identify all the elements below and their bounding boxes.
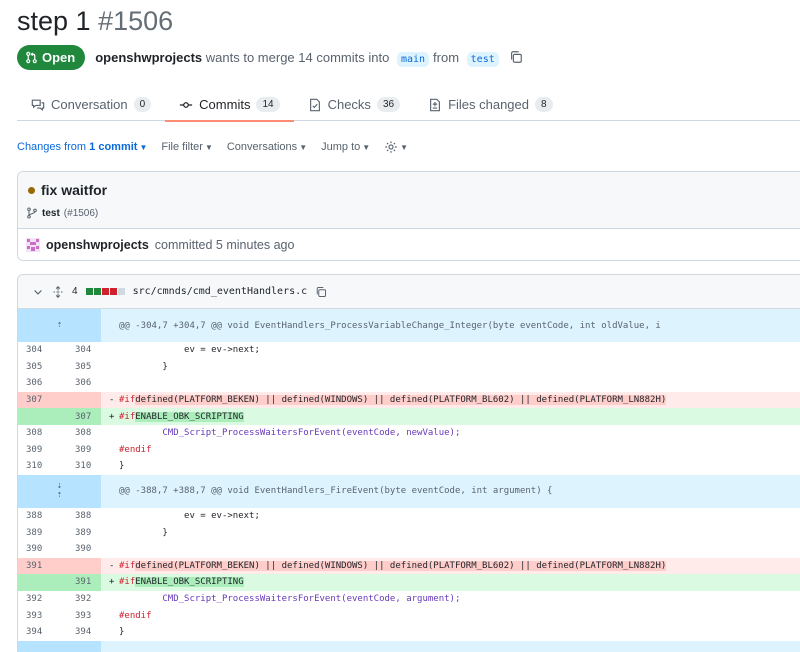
file-header: 4 src/cmnds/cmd_eventHandlers.c — [18, 275, 800, 309]
status-badge: Open — [17, 44, 86, 70]
tab-counter: 14 — [256, 97, 280, 112]
conversations-dropdown[interactable]: Conversations ▼ — [227, 141, 307, 153]
commit-author-row: openshwprojects committed 5 minutes ago — [26, 238, 294, 252]
diff-line-deleted: 307- #if defined(PLATFORM_BEKEN) || defin… — [18, 391, 800, 409]
pr-number: #1506 — [98, 6, 174, 36]
git-branch-icon — [27, 207, 37, 219]
tab-label: Conversation — [51, 97, 128, 112]
comment-discussion-icon — [31, 99, 45, 111]
diff-line: 389 389 } — [26, 527, 168, 538]
tab-label: Checks — [327, 97, 371, 112]
diff-line: 393 393 #endif — [26, 610, 152, 621]
diff-line: 304 304 ev = ev->next; — [26, 345, 260, 356]
expand-button[interactable]: ⇣ ⇡ — [18, 474, 101, 508]
expand-down-button[interactable]: ⇣ — [18, 640, 101, 652]
diff-line: 305 305 } — [26, 361, 168, 372]
diff-line: 310 310 } — [26, 461, 125, 472]
diff-line-added: 307 + #if ENABLE_OBK_SCRIPTING — [18, 408, 800, 425]
merge-text: wants to merge 14 commits into — [205, 49, 390, 65]
diff-stat — [85, 288, 125, 295]
chevron-down-icon[interactable] — [32, 286, 44, 298]
diff-line-deleted: 391- #if defined(PLATFORM_BEKEN) || defin… — [18, 557, 800, 575]
caret-down-icon: ▼ — [299, 143, 308, 152]
hunk-footer: ⇣ — [18, 640, 800, 652]
commit-title[interactable]: fix waitfor — [41, 182, 107, 198]
diff-toolbar: Changes from 1 commit ▼ File filter ▼ Conv… — [17, 138, 408, 156]
file-diff-icon — [430, 98, 441, 111]
tab-counter: 8 — [535, 97, 553, 112]
copy-icon[interactable] — [315, 286, 327, 298]
pr-title-text: step 1 — [17, 6, 91, 36]
base-branch[interactable]: main — [396, 51, 430, 67]
expand-up-button[interactable]: ⇡ — [18, 309, 101, 342]
caret-down-icon: ▼ — [139, 143, 148, 152]
tab-label: Commits — [199, 97, 251, 112]
pr-author-link[interactable]: openshwprojects — [95, 50, 202, 65]
avatar[interactable] — [26, 238, 40, 252]
hunk-header-text: @@ -388,7 +388,7 @@ void EventHandlers_F… — [101, 474, 800, 508]
file-diff: 4 src/cmnds/cmd_eventHandlers.c ⇡ @@ -30… — [17, 274, 800, 652]
git-pull-request-icon — [26, 51, 37, 63]
pr-state-row: Open openshwprojects wants to merge 14 c… — [17, 44, 523, 70]
jump-to-dropdown[interactable]: Jump to ▼ — [321, 141, 370, 153]
caret-down-icon: ▼ — [362, 143, 371, 152]
diff-line: 306 306 — [26, 378, 92, 389]
pr-title: step 1 #1506 — [17, 6, 173, 37]
tab-label: Files changed — [448, 97, 530, 112]
commit-time: committed 5 minutes ago — [154, 238, 295, 252]
file-filter-dropdown[interactable]: File filter ▼ — [161, 141, 212, 153]
diff-line: 309 309 #endif — [26, 444, 152, 455]
commit-branch-name[interactable]: test — [42, 208, 60, 219]
status-label: Open — [42, 49, 76, 65]
commit-message: fix waitfor — [28, 182, 107, 198]
merge-summary: openshwprojects wants to merge 14 commit… — [95, 49, 503, 67]
diff-line: 392 392 CMD_Script_ProcessWaitersForEvent… — [26, 594, 461, 605]
gear-icon — [385, 141, 397, 153]
diff-line: 388 388 ev = ev->next; — [26, 511, 260, 522]
unfold-icon[interactable] — [52, 285, 64, 298]
commit-box: fix waitfor test (#1506) openshwprojects… — [17, 171, 800, 261]
copy-icon[interactable] — [509, 50, 523, 64]
hunk-header-text: @@ -304,7 +304,7 @@ void EventHandlers_P… — [101, 309, 800, 342]
diff-line: 390 390 — [26, 544, 92, 555]
tab-counter: 36 — [376, 97, 401, 112]
pending-status-icon[interactable] — [28, 186, 35, 194]
changes-from-dropdown[interactable]: Changes from 1 commit ▼ — [17, 141, 147, 153]
commit-branch: test (#1506) — [26, 207, 98, 219]
expand-up-icon: ⇡ — [56, 490, 63, 501]
commit-pr-ref[interactable]: (#1506) — [64, 208, 98, 219]
checklist-icon — [309, 98, 320, 111]
head-branch[interactable]: test — [466, 51, 499, 67]
from-text: from — [433, 49, 460, 65]
git-commit-icon — [180, 101, 193, 108]
pr-tabs: Conversation 0 Commits 14 Checks 36 File… — [17, 88, 800, 122]
changes-count: 4 — [72, 286, 78, 297]
expand-up-icon: ⇡ — [56, 320, 63, 330]
diff-line: 394 394 } — [26, 627, 125, 638]
tab-counter: 0 — [133, 97, 152, 112]
commit-header: fix waitfor test (#1506) — [18, 172, 800, 229]
diff-line: 308 308 CMD_Script_ProcessWaitersForEvent… — [26, 428, 461, 439]
tab-commits[interactable]: Commits 14 — [165, 88, 294, 122]
file-name-link[interactable]: src/cmnds/cmd_eventHandlers.c — [133, 286, 308, 297]
hunk-header: ⇣ ⇡ @@ -388,7 +388,7 @@ void EventHandler… — [18, 474, 800, 508]
diff-line-added: 391 + #if ENABLE_OBK_SCRIPTING — [18, 574, 800, 591]
tab-files-changed[interactable]: Files changed 8 — [414, 88, 567, 121]
caret-down-icon: ▼ — [400, 142, 409, 152]
hunk-header: ⇡ @@ -304,7 +304,7 @@ void EventHandlers… — [18, 309, 800, 342]
commit-author-link[interactable]: openshwprojects — [46, 238, 149, 252]
caret-down-icon: ▼ — [204, 143, 213, 152]
tab-checks[interactable]: Checks 36 — [294, 88, 414, 121]
settings-dropdown[interactable]: ▼ — [384, 140, 408, 154]
tab-conversation[interactable]: Conversation 0 — [17, 88, 165, 121]
